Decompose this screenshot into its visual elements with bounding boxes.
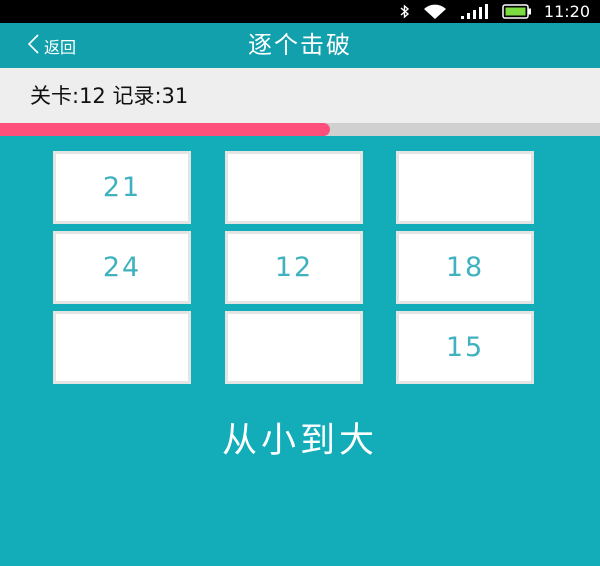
tile-5[interactable]: 12 (225, 231, 363, 304)
page-title: 逐个击破 (248, 31, 352, 59)
tile-4[interactable]: 24 (53, 231, 191, 304)
chevron-left-icon (26, 33, 40, 59)
tile-3[interactable] (396, 151, 534, 224)
nav-bar: 返回 逐个击破 (0, 23, 600, 68)
status-icons: 11:20 (400, 0, 590, 23)
level-info-bar: 关卡:12 记录:31 (0, 68, 600, 123)
back-label: 返回 (44, 37, 77, 57)
battery-icon (502, 4, 532, 19)
back-button[interactable]: 返回 (26, 23, 76, 68)
tile-9[interactable]: 15 (396, 311, 534, 384)
level-record-text: 关卡:12 记录:31 (30, 84, 189, 108)
bluetooth-icon (400, 4, 410, 19)
status-time: 11:20 (543, 2, 590, 21)
progress-fill (0, 123, 330, 136)
progress-bar (0, 123, 600, 136)
wifi-icon (422, 4, 448, 20)
instruction-text: 从小到大 (221, 421, 378, 461)
tile-7[interactable] (53, 311, 191, 384)
tile-2[interactable] (225, 151, 363, 224)
status-bar: 11:20 (0, 0, 600, 23)
signal-icon (460, 4, 490, 19)
tile-1[interactable]: 21 (53, 151, 191, 224)
tile-6[interactable]: 18 (396, 231, 534, 304)
tile-8[interactable] (225, 311, 363, 384)
tile-grid: 21 24 12 18 15 (53, 151, 535, 384)
